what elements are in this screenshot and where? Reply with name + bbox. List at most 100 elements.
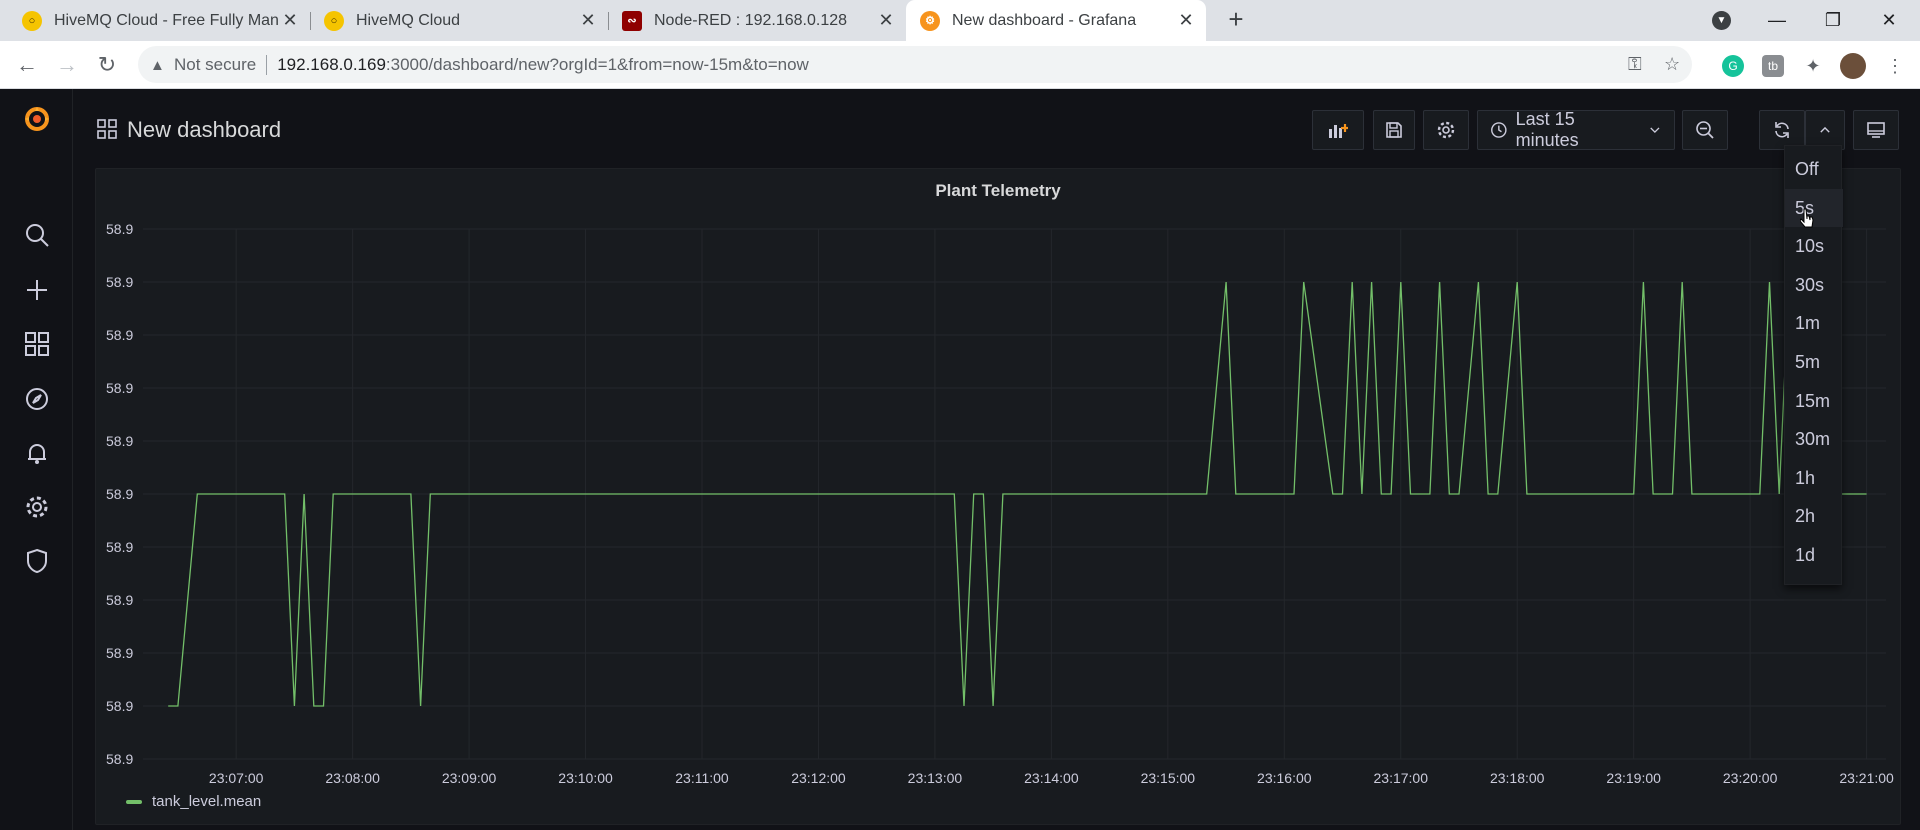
y-tick-label: 58.9 <box>106 539 133 555</box>
server-admin-shield-icon[interactable] <box>22 546 52 576</box>
refresh-button[interactable] <box>1759 110 1805 150</box>
x-tick-label: 23:13:00 <box>908 770 963 786</box>
chart[interactable]: 58.9 58.9 58.9 58.9 58.9 58.9 58.9 58.9 58.9 58.9… <box>96 169 1902 789</box>
alerting-bell-icon[interactable] <box>22 438 52 468</box>
monitor-icon <box>1867 122 1885 138</box>
grammarly-icon[interactable]: G <box>1722 55 1744 77</box>
explore-icon[interactable] <box>22 384 52 414</box>
refresh-interval-toggle[interactable] <box>1805 110 1845 150</box>
legend-label: tank_level.mean <box>152 793 262 810</box>
x-tick-label: 23:19:00 <box>1606 770 1661 786</box>
refresh-option-30m[interactable]: 30m <box>1785 420 1843 458</box>
refresh-option-1h[interactable]: 1h <box>1785 459 1843 497</box>
y-tick-label: 58.9 <box>106 486 133 502</box>
tab-search-icon[interactable]: ▼ <box>1712 11 1731 30</box>
address-bar[interactable]: ▲ Not secure 192.168.0.169 :3000/dashboa… <box>138 46 1692 83</box>
x-tick-label: 23:15:00 <box>1141 770 1196 786</box>
y-tick-label: 58.9 <box>106 645 133 661</box>
hivemq-icon: ○ <box>22 10 42 31</box>
browser-tab-hivemq-free[interactable]: ○ HiveMQ Cloud - Free Fully Mana ✕ <box>8 0 310 41</box>
grafana-icon: ⚙ <box>920 10 940 31</box>
x-tick-label: 23:21:00 <box>1839 770 1894 786</box>
x-tick-label: 23:14:00 <box>1024 770 1079 786</box>
dashboard-grid-icon <box>97 119 117 139</box>
x-tick-label: 23:16:00 <box>1257 770 1312 786</box>
add-panel-icon <box>1329 124 1348 138</box>
dashboards-icon[interactable] <box>22 329 52 359</box>
divider <box>266 54 268 75</box>
save-icon <box>1386 122 1402 138</box>
tab-title: HiveMQ Cloud - Free Fully Mana <box>54 11 278 29</box>
y-tick-label: 58.9 <box>106 433 133 449</box>
refresh-option-15m[interactable]: 15m <box>1785 382 1843 420</box>
new-tab-button[interactable]: + <box>1222 6 1250 34</box>
tab-title: HiveMQ Cloud <box>356 11 461 29</box>
x-tick-label: 23:11:00 <box>675 770 729 786</box>
grafana-logo-icon[interactable] <box>22 104 52 134</box>
chevron-down-icon <box>1650 127 1660 134</box>
dashboard-settings-button[interactable] <box>1423 110 1469 150</box>
refresh-icon <box>1775 122 1789 138</box>
x-tick-label: 23:12:00 <box>791 770 846 786</box>
tab-title: Node-RED : 192.168.0.128 <box>654 11 848 29</box>
refresh-option-off[interactable]: Off <box>1785 150 1843 188</box>
bookmark-star-icon[interactable]: ☆ <box>1664 46 1680 83</box>
gear-icon <box>1437 121 1455 139</box>
y-tick-label: 58.9 <box>106 380 133 396</box>
security-label: Not secure <box>174 54 257 74</box>
refresh-option-1d[interactable]: 1d <box>1785 536 1843 574</box>
y-tick-label: 58.9 <box>106 751 133 767</box>
time-range-picker[interactable]: Last 15 minutes <box>1477 109 1675 150</box>
y-tick-label: 58.9 <box>106 274 133 290</box>
create-icon[interactable] <box>22 275 52 305</box>
chevron-up-icon <box>1820 126 1830 133</box>
node-red-icon: ∾ <box>622 10 642 31</box>
graph-panel: Plant Telemetry 58.9 58.9 58.9 58.9 58.9 58.9… <box>95 168 1901 825</box>
cycle-view-mode-button[interactable] <box>1853 110 1899 150</box>
refresh-option-10s[interactable]: 10s <box>1785 227 1843 265</box>
forward-button[interactable]: → <box>52 50 82 80</box>
browser-tabstrip: ○ HiveMQ Cloud - Free Fully Mana ✕ ○ Hiv… <box>0 0 1920 41</box>
refresh-option-5s[interactable]: 5s <box>1785 188 1843 227</box>
x-tick-label: 23:09:00 <box>442 770 497 786</box>
tab-title: New dashboard - Grafana <box>952 11 1137 29</box>
search-icon[interactable] <box>22 220 52 250</box>
x-tick-label: 23:08:00 <box>325 770 380 786</box>
grafana-sidemenu <box>0 89 73 830</box>
close-tab-icon[interactable]: ✕ <box>1174 10 1198 31</box>
close-tab-icon[interactable]: ✕ <box>576 10 600 31</box>
x-tick-label: 23:17:00 <box>1374 770 1429 786</box>
save-dashboard-button[interactable] <box>1373 110 1415 150</box>
key-icon[interactable]: ⚿ <box>1628 46 1642 83</box>
minimize-button[interactable]: — <box>1754 0 1800 41</box>
close-window-button[interactable]: ✕ <box>1866 0 1912 41</box>
browser-tab-grafana[interactable]: ⚙ New dashboard - Grafana ✕ <box>906 0 1206 41</box>
reload-button[interactable]: ↻ <box>92 50 122 80</box>
configuration-gear-icon[interactable] <box>22 492 52 522</box>
browser-tab-node-red[interactable]: ∾ Node-RED : 192.168.0.128 ✕ <box>608 0 906 41</box>
back-button[interactable]: ← <box>12 50 42 80</box>
maximize-button[interactable]: ❐ <box>1810 0 1856 41</box>
url-host: 192.168.0.169 <box>277 54 386 74</box>
add-panel-button[interactable] <box>1312 110 1364 150</box>
y-tick-label: 58.9 <box>106 592 133 608</box>
refresh-option-5m[interactable]: 5m <box>1785 343 1843 381</box>
more-menu-icon[interactable]: ⋮ <box>1884 55 1906 77</box>
y-tick-label: 58.9 <box>106 698 133 714</box>
close-tab-icon[interactable]: ✕ <box>874 10 898 31</box>
dashboard-title[interactable]: New dashboard <box>127 117 281 143</box>
x-tick-label: 23:20:00 <box>1723 770 1778 786</box>
extension-icon[interactable]: tb <box>1762 55 1784 77</box>
legend-item[interactable]: tank_level.mean <box>126 793 261 810</box>
refresh-option-30s[interactable]: 30s <box>1785 266 1843 304</box>
refresh-option-1m[interactable]: 1m <box>1785 304 1843 342</box>
mouse-pointer-icon <box>1800 208 1814 228</box>
close-tab-icon[interactable]: ✕ <box>278 10 302 31</box>
avatar[interactable] <box>1840 53 1866 79</box>
refresh-option-2h[interactable]: 2h <box>1785 497 1843 535</box>
browser-tab-hivemq[interactable]: ○ HiveMQ Cloud ✕ <box>310 0 608 41</box>
x-tick-label: 23:18:00 <box>1490 770 1545 786</box>
zoom-out-button[interactable] <box>1682 110 1728 150</box>
puzzle-icon[interactable]: ✦ <box>1802 55 1824 77</box>
y-tick-label: 58.9 <box>106 221 133 237</box>
